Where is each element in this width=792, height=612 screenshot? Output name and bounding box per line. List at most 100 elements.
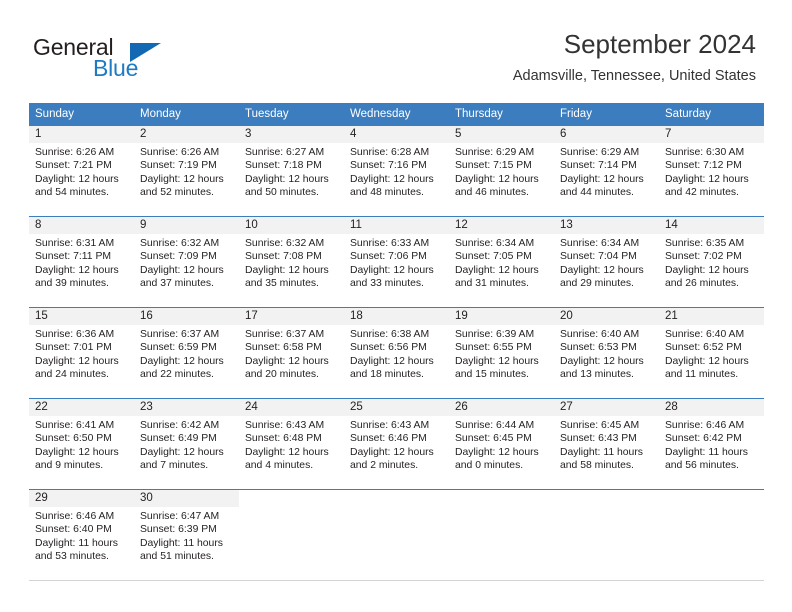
day-cell[interactable]: 1 Sunrise: 6:26 AM Sunset: 7:21 PM Dayli… [29,126,134,217]
week-row: 29 Sunrise: 6:46 AM Sunset: 6:40 PM Dayl… [29,489,764,581]
day-cell[interactable]: 12 Sunrise: 6:34 AM Sunset: 7:05 PM Dayl… [449,216,554,308]
day-cell[interactable]: 4 Sunrise: 6:28 AM Sunset: 7:16 PM Dayli… [344,126,449,217]
daylight-line1: Daylight: 12 hours [665,264,749,276]
day-cell[interactable]: 3 Sunrise: 6:27 AM Sunset: 7:18 PM Dayli… [239,126,344,217]
sunrise-text: Sunrise: 6:35 AM [665,238,745,249]
sunset-text: Sunset: 6:55 PM [455,342,532,354]
day-cell[interactable]: 27 Sunrise: 6:45 AM Sunset: 6:43 PM Dayl… [554,398,659,490]
day-number: 13 [554,217,659,234]
daylight-line2: and 31 minutes. [455,278,529,290]
day-number: 10 [239,217,344,234]
day-cell[interactable]: 10 Sunrise: 6:32 AM Sunset: 7:08 PM Dayl… [239,216,344,308]
day-cell[interactable]: 8 Sunrise: 6:31 AM Sunset: 7:11 PM Dayli… [29,216,134,308]
day-details: Sunrise: 6:39 AM Sunset: 6:55 PM Dayligh… [449,325,554,382]
day-cell[interactable]: 11 Sunrise: 6:33 AM Sunset: 7:06 PM Dayl… [344,216,449,308]
day-number: 1 [29,126,134,143]
daylight-line2: and 24 minutes. [35,369,109,381]
day-cell[interactable]: 29 Sunrise: 6:46 AM Sunset: 6:40 PM Dayl… [29,489,134,581]
day-cell[interactable]: 25 Sunrise: 6:43 AM Sunset: 6:46 PM Dayl… [344,398,449,490]
day-cell-empty [344,489,449,581]
sunrise-text: Sunrise: 6:46 AM [35,511,115,522]
sunrise-text: Sunrise: 6:46 AM [665,420,745,431]
daylight-line1: Daylight: 12 hours [455,264,539,276]
day-details: Sunrise: 6:46 AM Sunset: 6:40 PM Dayligh… [29,507,134,564]
daylight-line2: and 13 minutes. [560,369,634,381]
day-number: 3 [239,126,344,143]
sunset-text: Sunset: 6:52 PM [665,342,742,354]
day-details: Sunrise: 6:40 AM Sunset: 6:53 PM Dayligh… [554,325,659,382]
sunset-text: Sunset: 6:39 PM [140,524,217,536]
day-cell[interactable]: 22 Sunrise: 6:41 AM Sunset: 6:50 PM Dayl… [29,398,134,490]
page-title: September 2024 [563,29,756,59]
day-details: Sunrise: 6:34 AM Sunset: 7:04 PM Dayligh… [554,234,659,291]
day-cell[interactable]: 9 Sunrise: 6:32 AM Sunset: 7:09 PM Dayli… [134,216,239,308]
brand-name-blue: Blue [93,55,139,81]
day-cell[interactable]: 20 Sunrise: 6:40 AM Sunset: 6:53 PM Dayl… [554,307,659,399]
day-details: Sunrise: 6:38 AM Sunset: 6:56 PM Dayligh… [344,325,449,382]
daylight-line2: and 50 minutes. [245,187,319,199]
day-cell[interactable]: 13 Sunrise: 6:34 AM Sunset: 7:04 PM Dayl… [554,216,659,308]
day-details: Sunrise: 6:34 AM Sunset: 7:05 PM Dayligh… [449,234,554,291]
day-details: Sunrise: 6:44 AM Sunset: 6:45 PM Dayligh… [449,416,554,473]
day-details: Sunrise: 6:42 AM Sunset: 6:49 PM Dayligh… [134,416,239,473]
day-cell[interactable]: 26 Sunrise: 6:44 AM Sunset: 6:45 PM Dayl… [449,398,554,490]
daylight-line2: and 48 minutes. [350,187,424,199]
day-cell[interactable]: 15 Sunrise: 6:36 AM Sunset: 7:01 PM Dayl… [29,307,134,399]
day-cell[interactable]: 5 Sunrise: 6:29 AM Sunset: 7:15 PM Dayli… [449,126,554,217]
sunrise-text: Sunrise: 6:44 AM [455,420,535,431]
week-row: 1 Sunrise: 6:26 AM Sunset: 7:21 PM Dayli… [29,126,764,217]
day-number: 17 [239,308,344,325]
day-cell[interactable]: 7 Sunrise: 6:30 AM Sunset: 7:12 PM Dayli… [659,126,764,217]
daylight-line1: Daylight: 12 hours [245,355,329,367]
day-cell[interactable]: 2 Sunrise: 6:26 AM Sunset: 7:19 PM Dayli… [134,126,239,217]
day-details: Sunrise: 6:37 AM Sunset: 6:58 PM Dayligh… [239,325,344,382]
day-cell[interactable]: 6 Sunrise: 6:29 AM Sunset: 7:14 PM Dayli… [554,126,659,217]
daylight-line2: and 52 minutes. [140,187,214,199]
sunset-text: Sunset: 7:18 PM [245,160,322,172]
daylight-line2: and 26 minutes. [665,278,739,290]
day-cell[interactable]: 28 Sunrise: 6:46 AM Sunset: 6:42 PM Dayl… [659,398,764,490]
daylight-line1: Daylight: 12 hours [245,264,329,276]
calendar-body: 1 Sunrise: 6:26 AM Sunset: 7:21 PM Dayli… [29,126,764,581]
daylight-line2: and 15 minutes. [455,369,529,381]
page-header: General Blue September 2024 Adamsville, … [0,0,792,100]
day-details: Sunrise: 6:29 AM Sunset: 7:14 PM Dayligh… [554,143,659,200]
day-cell[interactable]: 16 Sunrise: 6:37 AM Sunset: 6:59 PM Dayl… [134,307,239,399]
daylight-line1: Daylight: 11 hours [560,446,643,458]
sunset-text: Sunset: 7:11 PM [35,251,112,263]
daylight-line1: Daylight: 12 hours [665,173,749,185]
day-number: 8 [29,217,134,234]
day-number: 14 [659,217,764,234]
sunrise-text: Sunrise: 6:33 AM [350,238,430,249]
day-cell[interactable]: 17 Sunrise: 6:37 AM Sunset: 6:58 PM Dayl… [239,307,344,399]
brand-logo[interactable]: General Blue [33,34,233,86]
day-details: Sunrise: 6:46 AM Sunset: 6:42 PM Dayligh… [659,416,764,473]
day-cell[interactable]: 30 Sunrise: 6:47 AM Sunset: 6:39 PM Dayl… [134,489,239,581]
sunset-text: Sunset: 6:40 PM [35,524,112,536]
day-number: 27 [554,399,659,416]
calendar-page: General Blue September 2024 Adamsville, … [0,0,792,612]
day-cell[interactable]: 19 Sunrise: 6:39 AM Sunset: 6:55 PM Dayl… [449,307,554,399]
daylight-line2: and 29 minutes. [560,278,634,290]
daylight-line2: and 2 minutes. [350,460,419,472]
daylight-line1: Daylight: 12 hours [35,355,119,367]
daylight-line2: and 9 minutes. [35,460,104,472]
day-cell[interactable]: 21 Sunrise: 6:40 AM Sunset: 6:52 PM Dayl… [659,307,764,399]
sunset-text: Sunset: 7:14 PM [560,160,637,172]
day-cell[interactable]: 18 Sunrise: 6:38 AM Sunset: 6:56 PM Dayl… [344,307,449,399]
day-cell[interactable]: 24 Sunrise: 6:43 AM Sunset: 6:48 PM Dayl… [239,398,344,490]
day-number: 9 [134,217,239,234]
day-cell[interactable]: 23 Sunrise: 6:42 AM Sunset: 6:49 PM Dayl… [134,398,239,490]
weekday-header-thursday: Thursday [449,103,554,126]
weekday-header-sunday: Sunday [29,103,134,126]
daylight-line2: and 11 minutes. [665,369,739,381]
sunset-text: Sunset: 7:06 PM [350,251,427,263]
sunset-text: Sunset: 7:16 PM [350,160,427,172]
sunrise-text: Sunrise: 6:31 AM [35,238,115,249]
sunrise-text: Sunrise: 6:40 AM [665,329,745,340]
day-cell[interactable]: 14 Sunrise: 6:35 AM Sunset: 7:02 PM Dayl… [659,216,764,308]
day-number: 21 [659,308,764,325]
calendar-grid: Sunday Monday Tuesday Wednesday Thursday… [29,103,764,581]
sunset-text: Sunset: 6:43 PM [560,433,637,445]
weekday-header-saturday: Saturday [659,103,764,126]
